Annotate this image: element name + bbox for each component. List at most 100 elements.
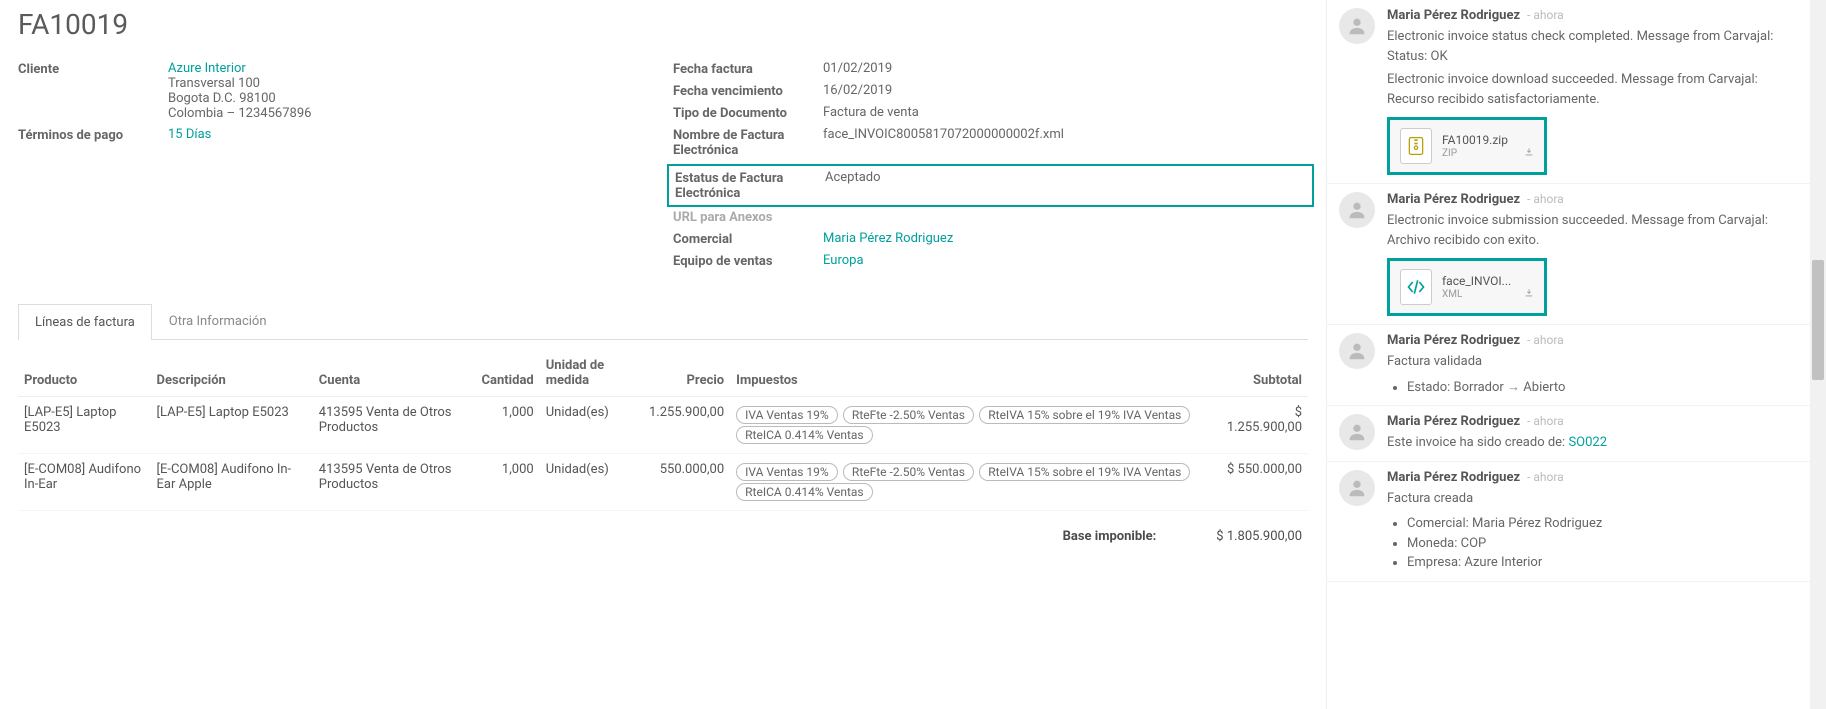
cell-descripcion: [E-COM08] Audifono In-Ear Apple (151, 454, 313, 511)
form-col-right: Fecha factura 01/02/2019 Fecha vencimien… (673, 61, 1308, 275)
tax-pill: IVA Ventas 19% (736, 463, 838, 481)
list-item: Estado: Borrador → Abierto (1407, 378, 1804, 398)
cell-unidad: Unidad(es) (540, 454, 643, 511)
msg-text: Factura creada (1387, 489, 1804, 509)
list-item: Comercial: Maria Pérez Rodriguez (1407, 514, 1804, 534)
base-imponible-value: $ 1.805.900,00 (1216, 529, 1302, 544)
equipo-link[interactable]: Europa (823, 253, 864, 268)
cell-subtotal: $ 550.000,00 (1214, 454, 1308, 511)
th-precio: Precio (643, 350, 730, 397)
estatus-fe-label: Estatus de Factura Electrónica (675, 170, 825, 201)
cell-subtotal: $ 1.255.900,00 (1214, 397, 1308, 454)
attachment-type: XML (1442, 289, 1462, 300)
th-cuenta: Cuenta (313, 350, 476, 397)
comercial-link[interactable]: Maria Pérez Rodriguez (823, 231, 953, 246)
msg-author: Maria Pérez Rodriguez (1387, 414, 1520, 429)
msg-text: Este invoice ha sido creado de: SO022 (1387, 433, 1804, 453)
chatter-message: Maria Pérez Rodriguez - ahora Electronic … (1327, 184, 1826, 325)
tax-pill: IVA Ventas 19% (736, 406, 838, 424)
cliente-label: Cliente (18, 61, 168, 77)
msg-text: Factura validada (1387, 352, 1804, 372)
th-producto: Producto (18, 350, 151, 397)
tab-lineas[interactable]: Líneas de factura (18, 304, 152, 340)
cliente-link[interactable]: Azure Interior (168, 61, 246, 76)
form-section: Cliente Azure Interior Transversal 100 B… (18, 61, 1308, 275)
scrollbar-track[interactable] (1810, 0, 1826, 709)
scrollbar-thumb[interactable] (1812, 260, 1824, 380)
comercial-label: Comercial (673, 231, 823, 247)
th-impuestos: Impuestos (730, 350, 1214, 397)
chatter-message: Maria Pérez Rodriguez - ahora Este invoic… (1327, 406, 1826, 462)
th-cantidad: Cantidad (476, 350, 540, 397)
fecha-factura-label: Fecha factura (673, 61, 823, 77)
download-icon[interactable] (1524, 147, 1534, 160)
msg-time: - ahora (1524, 414, 1564, 428)
tab-otra[interactable]: Otra Información (152, 303, 284, 339)
th-subtotal: Subtotal (1214, 350, 1308, 397)
tax-pill: RteICA 0.414% Ventas (736, 426, 873, 444)
table-row[interactable]: [LAP-E5] Laptop E5023 [LAP-E5] Laptop E5… (18, 397, 1308, 454)
tabs: Líneas de factura Otra Información (18, 303, 1308, 340)
msg-author: Maria Pérez Rodriguez (1387, 333, 1520, 348)
attachment-box[interactable]: face_INVOI... XML (1387, 258, 1547, 316)
main-panel: FA10019 Cliente Azure Interior Transvers… (0, 0, 1326, 709)
tax-pill: RteFte -2.50% Ventas (843, 463, 974, 481)
cliente-addr1: Transversal 100 (168, 76, 260, 91)
avatar (1339, 192, 1375, 228)
avatar (1339, 8, 1375, 44)
msg-author: Maria Pérez Rodriguez (1387, 192, 1520, 207)
cell-cuenta: 413595 Venta de Otros Productos (313, 397, 476, 454)
msg-time: - ahora (1524, 8, 1564, 22)
msg-link[interactable]: SO022 (1568, 435, 1607, 450)
tax-pill: RteFte -2.50% Ventas (843, 406, 974, 424)
th-descripcion: Descripción (151, 350, 313, 397)
base-imponible-label: Base imponible: (1063, 529, 1157, 544)
tipo-doc-value: Factura de venta (823, 105, 1308, 120)
download-icon[interactable] (1524, 288, 1534, 301)
url-anexos-label: URL para Anexos (673, 209, 772, 225)
cliente-addr3: Colombia – 1234567896 (168, 106, 311, 121)
nombre-fe-label: Nombre de Factura Electrónica (673, 127, 823, 158)
chatter-message: Maria Pérez Rodriguez - ahora Electronic … (1327, 0, 1826, 184)
msg-author: Maria Pérez Rodriguez (1387, 8, 1520, 23)
fecha-venc-value: 16/02/2019 (823, 83, 1308, 98)
list-item: Empresa: Azure Interior (1407, 553, 1804, 573)
avatar (1339, 470, 1375, 506)
msg-time: - ahora (1524, 192, 1564, 206)
avatar (1339, 333, 1375, 369)
msg-time: - ahora (1524, 470, 1564, 484)
cliente-value: Azure Interior Transversal 100 Bogota D.… (168, 61, 653, 121)
cell-producto: [E-COM08] Audifono In-Ear (18, 454, 151, 511)
estatus-fe-highlight: Estatus de Factura Electrónica Aceptado (667, 164, 1314, 207)
fecha-factura-value: 01/02/2019 (823, 61, 1308, 76)
cell-precio: 550.000,00 (643, 454, 730, 511)
cell-impuestos: IVA Ventas 19% RteFte -2.50% Ventas RteI… (730, 397, 1214, 454)
table-row[interactable]: [E-COM08] Audifono In-Ear [E-COM08] Audi… (18, 454, 1308, 511)
tax-pill: RteIVA 15% sobre el 19% IVA Ventas (979, 463, 1190, 481)
cell-cuenta: 413595 Venta de Otros Productos (313, 454, 476, 511)
cell-descripcion: [LAP-E5] Laptop E5023 (151, 397, 313, 454)
cell-cantidad: 1,000 (476, 397, 540, 454)
form-col-left: Cliente Azure Interior Transversal 100 B… (18, 61, 653, 275)
chatter-message: Maria Pérez Rodriguez - ahoraFactura cre… (1327, 462, 1826, 582)
estatus-fe-value: Aceptado (825, 170, 1306, 185)
terminos-link[interactable]: 15 Días (168, 127, 211, 142)
tax-pill: RteICA 0.414% Ventas (736, 483, 873, 501)
invoice-lines-table: Producto Descripción Cuenta Cantidad Uni… (18, 350, 1308, 511)
attachment-name: face_INVOI... (1442, 274, 1522, 288)
nombre-fe-value: face_INVOIC8005817072000000002f.xml (823, 127, 1308, 142)
cliente-addr2: Bogota D.C. 98100 (168, 91, 276, 106)
msg-text: Electronic invoice status check complete… (1387, 27, 1804, 66)
cell-cantidad: 1,000 (476, 454, 540, 511)
msg-text: Electronic invoice submission succeeded.… (1387, 211, 1804, 250)
page-title: FA10019 (18, 8, 1308, 41)
file-icon (1400, 269, 1432, 305)
attachment-type: ZIP (1442, 148, 1457, 159)
attachment-name: FA10019.zip (1442, 133, 1522, 147)
cell-impuestos: IVA Ventas 19% RteFte -2.50% Ventas RteI… (730, 454, 1214, 511)
attachment-box[interactable]: FA10019.zip ZIP (1387, 117, 1547, 175)
totals-row: Base imponible: $ 1.805.900,00 (18, 529, 1308, 544)
chatter-message: Maria Pérez Rodriguez - ahoraFactura val… (1327, 325, 1826, 406)
cell-producto: [LAP-E5] Laptop E5023 (18, 397, 151, 454)
list-item: Moneda: COP (1407, 534, 1804, 554)
